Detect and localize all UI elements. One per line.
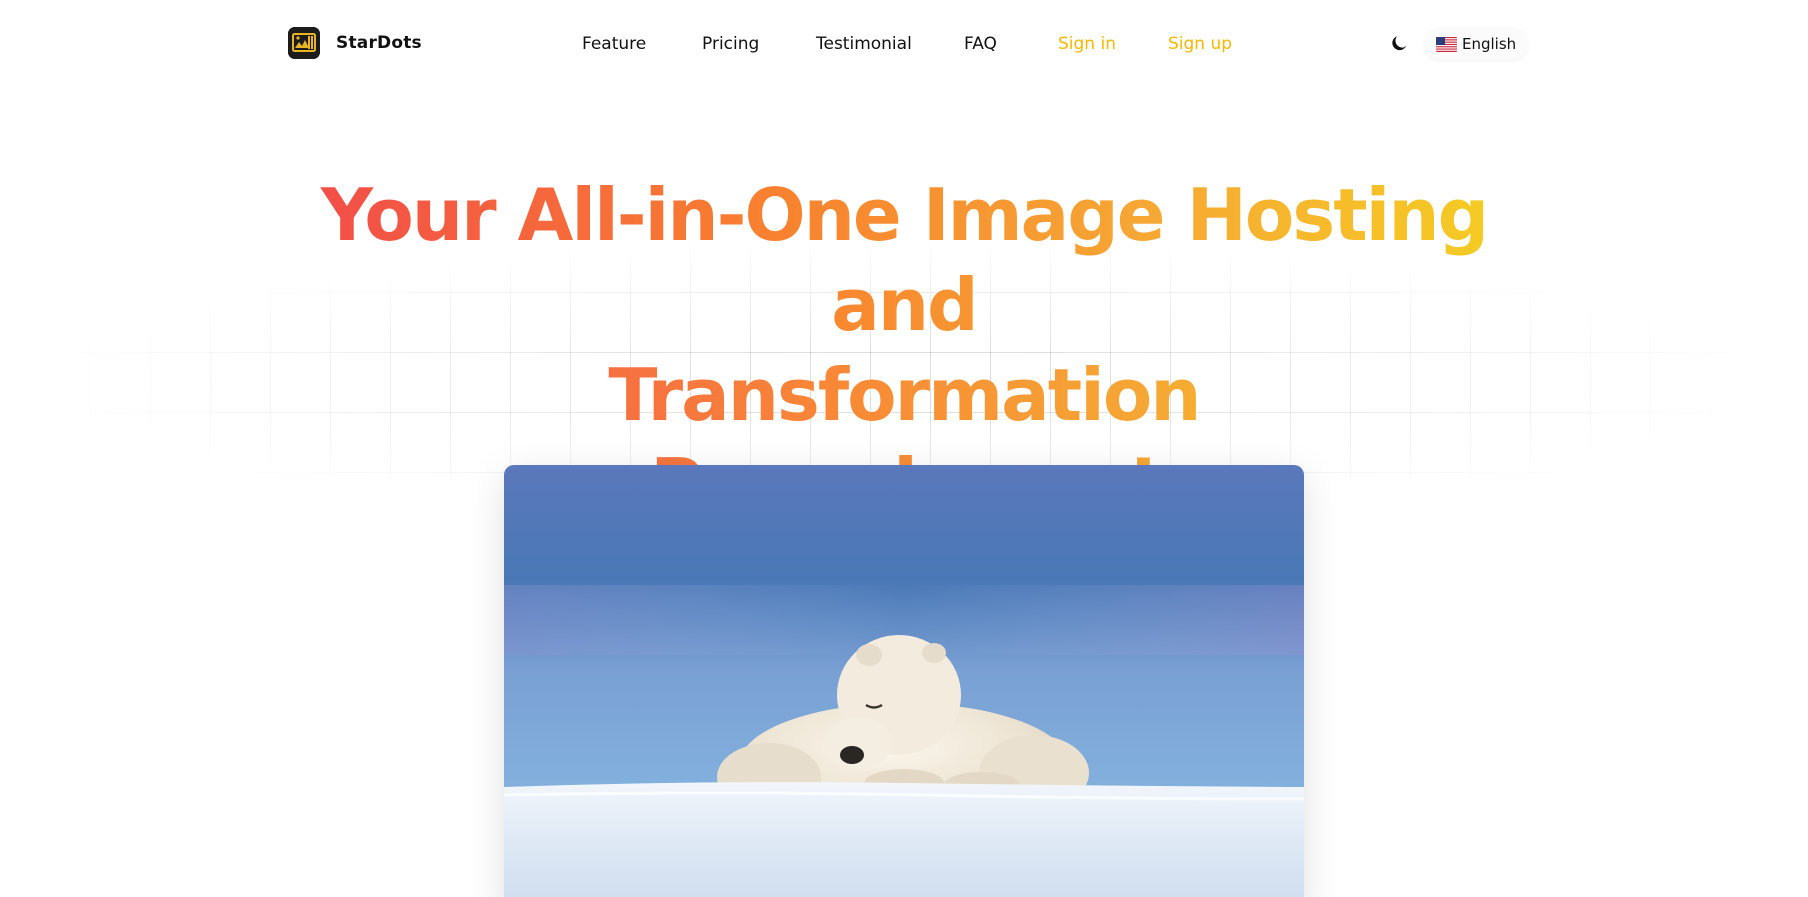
moon-icon [1392, 36, 1407, 51]
sign-up-link[interactable]: Sign up [1168, 32, 1232, 56]
nav-pricing[interactable]: Pricing [702, 32, 759, 56]
us-flag-icon [1436, 36, 1457, 52]
sign-in-link[interactable]: Sign in [1058, 32, 1116, 56]
polar-bear-photo [504, 465, 1304, 897]
hero-image [504, 465, 1304, 897]
language-selector[interactable]: English [1424, 28, 1529, 60]
language-label: English [1462, 35, 1517, 53]
nav-testimonial[interactable]: Testimonial [816, 32, 912, 56]
nav-faq[interactable]: FAQ [964, 32, 997, 56]
main-nav: Feature Pricing Testimonial FAQ Sign in … [0, 32, 1808, 56]
theme-toggle-button[interactable] [1390, 33, 1410, 53]
site-header: StarDots Feature Pricing Testimonial FAQ… [0, 0, 1808, 90]
nav-feature[interactable]: Feature [582, 32, 646, 56]
hero-title-line-1: Your All-in-One Image Hosting and [284, 170, 1524, 350]
